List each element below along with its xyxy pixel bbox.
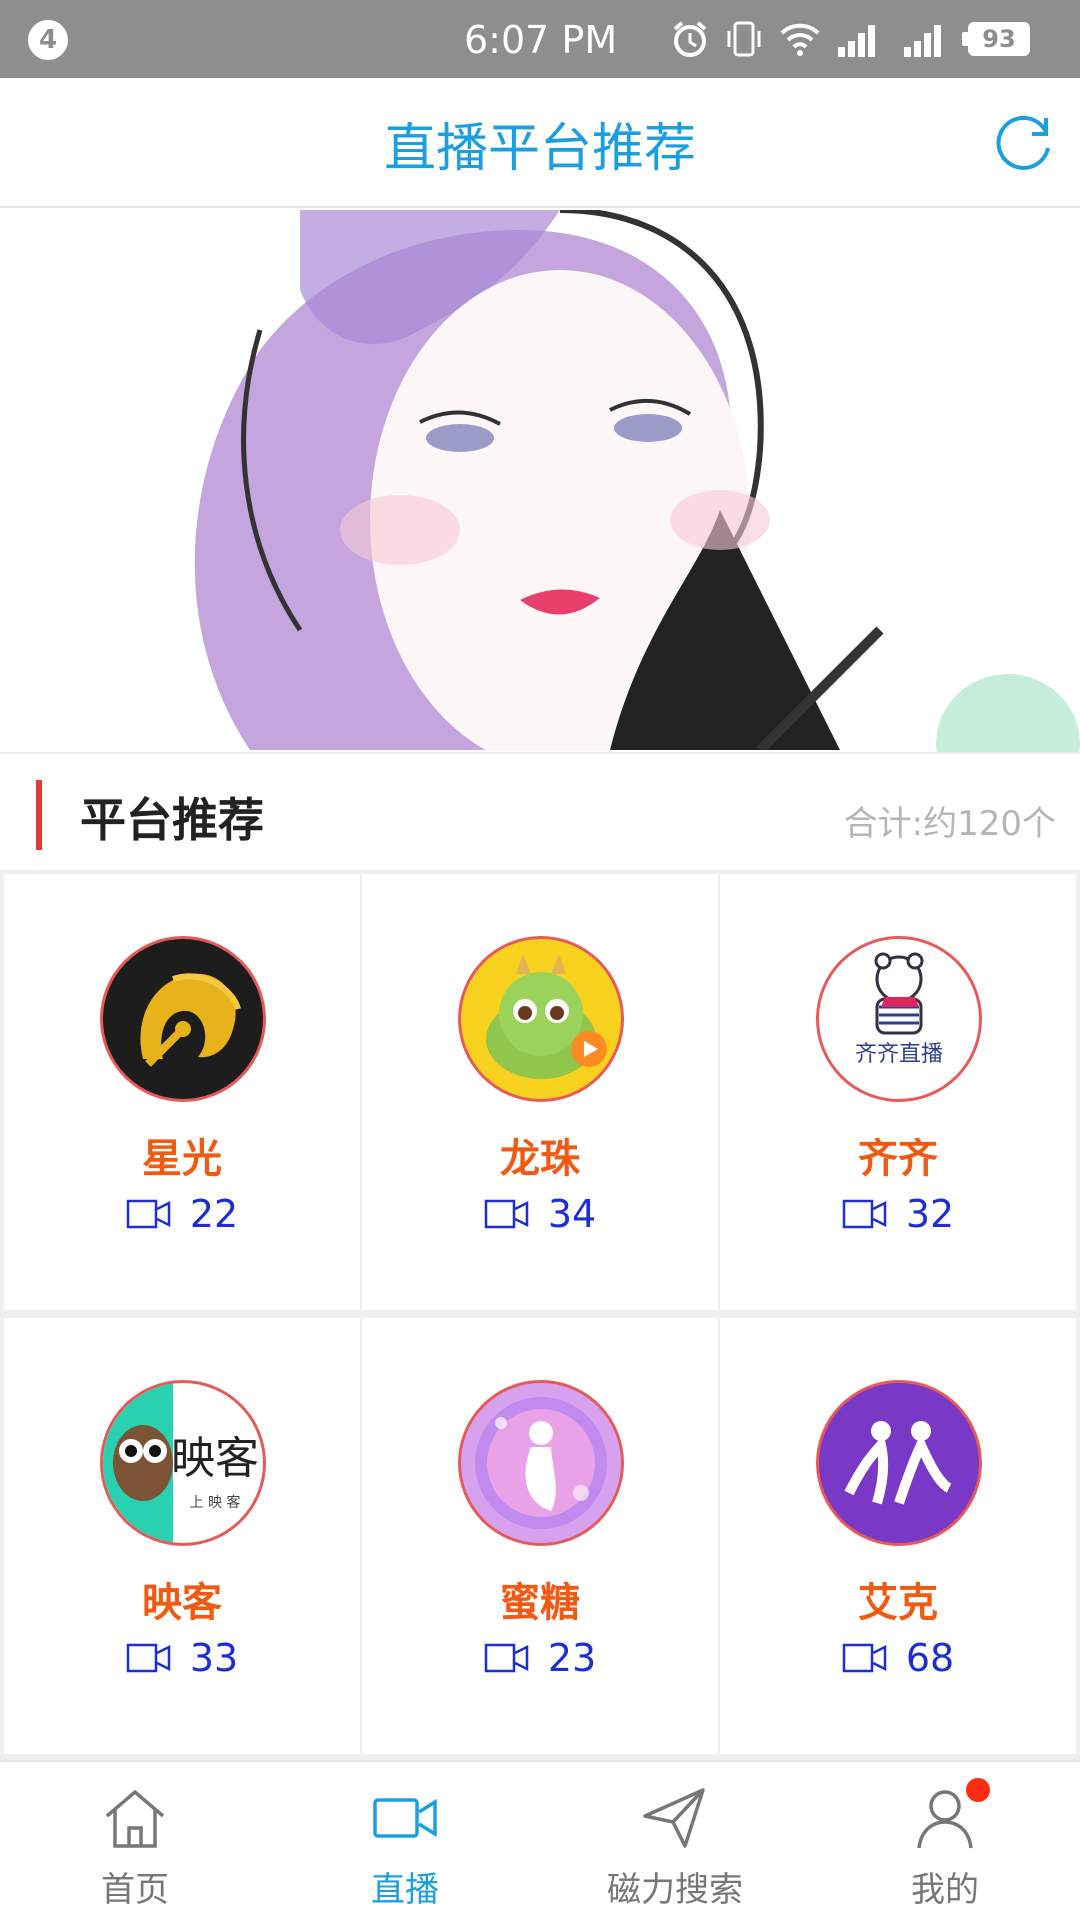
silhouette-logo <box>475 1397 607 1529</box>
nav-item-me[interactable]: 我的 <box>810 1762 1080 1920</box>
platform-name: 齐齐 <box>858 1136 938 1182</box>
platform-name: 龙珠 <box>500 1136 580 1182</box>
nav-item-search[interactable]: 磁力搜索 <box>540 1762 810 1920</box>
alarm-icon <box>673 21 707 57</box>
status-time: 6:07 PM <box>464 18 618 62</box>
platform-count: 23 <box>547 1636 597 1680</box>
svg-text:上 映 客: 上 映 客 <box>190 1494 241 1511</box>
nav-label-live: 直播 <box>371 1870 439 1910</box>
platform-stat: 34 <box>362 1192 718 1236</box>
platform-stat: 23 <box>362 1636 718 1680</box>
platform-grid: 星光 22 龙珠 34 齐齐直播 齐齐 32 映客 上 映 客 映客 33 蜜糖… <box>0 870 1080 1760</box>
notification-dot <box>966 1778 990 1802</box>
platform-count: 33 <box>189 1636 239 1680</box>
video-camera-icon <box>484 1643 529 1673</box>
status-icons: 93 <box>670 16 1030 62</box>
platform-card[interactable]: 映客 上 映 客 映客 33 <box>4 1318 360 1754</box>
platform-name: 星光 <box>142 1136 222 1182</box>
video-camera-icon <box>126 1643 171 1673</box>
page-title: 直播平台推荐 <box>383 119 696 179</box>
home-icon <box>105 1789 165 1848</box>
platform-card[interactable]: 艾克 68 <box>720 1318 1076 1754</box>
dragon-logo <box>486 954 607 1079</box>
aike-logo <box>819 1383 979 1543</box>
video-icon <box>373 1798 437 1838</box>
send-icon <box>643 1788 705 1848</box>
platform-stat: 32 <box>720 1192 1076 1236</box>
platform-stat: 68 <box>720 1636 1076 1680</box>
refresh-icon[interactable] <box>990 108 1060 178</box>
video-camera-icon <box>126 1199 171 1229</box>
video-camera-icon <box>842 1643 887 1673</box>
notification-count-badge: 4 <box>28 20 68 60</box>
section-accent-bar <box>36 780 42 850</box>
nav-item-home[interactable]: 首页 <box>0 1762 270 1920</box>
wifi-icon <box>780 23 820 56</box>
signal-icon-sim1 <box>838 25 875 57</box>
nav-label-home: 首页 <box>101 1870 169 1910</box>
signal-icon-sim2 <box>904 25 941 57</box>
section-count: 合计:约120个 <box>843 804 1056 844</box>
video-camera-icon <box>842 1199 887 1229</box>
platform-logo-mitang <box>458 1380 624 1546</box>
platform-card[interactable]: 龙珠 34 <box>362 874 718 1310</box>
platform-name: 映客 <box>142 1580 222 1626</box>
platform-count: 32 <box>905 1192 955 1236</box>
platform-logo-qiqi: 齐齐直播 <box>816 936 982 1102</box>
platform-name: 蜜糖 <box>500 1580 580 1626</box>
app-header: 直播平台推荐 <box>0 78 1080 208</box>
banner-illustration <box>0 210 1080 750</box>
battery-indicator: 93 <box>962 22 1030 56</box>
platform-card[interactable]: 蜜糖 23 <box>362 1318 718 1754</box>
platform-stat: 33 <box>4 1636 360 1680</box>
bear-logo: 齐齐直播 <box>855 952 943 1067</box>
platform-count: 34 <box>547 1192 597 1236</box>
platform-stat: 22 <box>4 1192 360 1236</box>
platform-card[interactable]: 齐齐直播 齐齐 32 <box>720 874 1076 1310</box>
platform-card[interactable]: 星光 22 <box>4 874 360 1310</box>
platform-logo-yingke: 映客 上 映 客 <box>100 1380 266 1546</box>
svg-text:映客: 映客 <box>171 1433 259 1484</box>
platform-logo-xingguang <box>100 936 266 1102</box>
video-camera-icon <box>484 1199 529 1229</box>
svg-text:齐齐直播: 齐齐直播 <box>855 1042 943 1067</box>
owl-logo: 映客 上 映 客 <box>103 1383 259 1543</box>
status-bar: 4 6:07 PM 93 <box>0 0 1080 78</box>
nav-label-me: 我的 <box>911 1870 979 1910</box>
platform-logo-longzhu <box>458 936 624 1102</box>
nav-label-search: 磁力搜索 <box>607 1870 743 1910</box>
banner-image[interactable] <box>0 210 1080 750</box>
platform-logo-aike <box>816 1380 982 1546</box>
section-header: 平台推荐 合计:约120个 <box>0 752 1080 870</box>
platform-name: 艾克 <box>858 1580 938 1626</box>
section-title: 平台推荐 <box>80 793 264 847</box>
vibrate-icon <box>727 21 761 57</box>
microphone-hair-logo <box>140 973 241 1067</box>
platform-count: 68 <box>905 1636 955 1680</box>
platform-count: 22 <box>189 1192 239 1236</box>
bottom-nav: 首页 直播 磁力搜索 我的 <box>0 1760 1080 1920</box>
nav-item-live[interactable]: 直播 <box>270 1762 540 1920</box>
